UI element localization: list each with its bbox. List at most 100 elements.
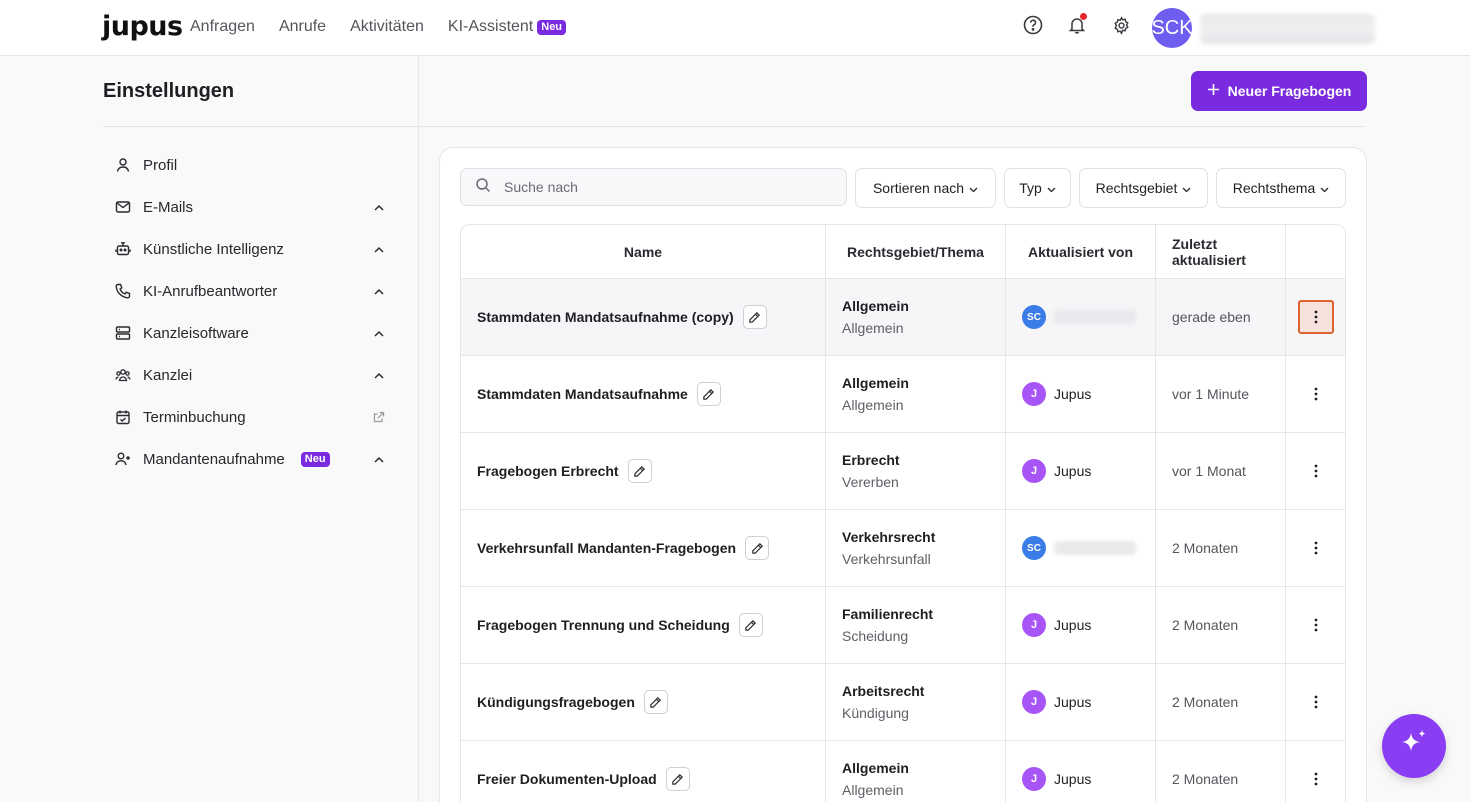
chevron-up-icon[interactable] [372,452,386,466]
sidebar-item-emails[interactable]: E-Mails [103,186,398,228]
avatar: J [1022,767,1046,791]
sidebar-item-profil[interactable]: Profil [103,144,398,186]
table-row[interactable]: Stammdaten Mandatsaufnahme (copy) Allgeme… [461,279,1345,356]
cell-name: Verkehrsunfall Mandanten-Fragebogen [461,510,826,586]
questionnaire-name[interactable]: Fragebogen Trennung und Scheidung [477,617,730,633]
sidebar-item-kanzleisoftware[interactable]: Kanzleisoftware [103,312,398,354]
new-questionnaire-button[interactable]: Neuer Fragebogen [1191,71,1367,111]
more-options-icon[interactable] [1298,608,1334,642]
legal-topic: Allgemein [842,782,904,798]
legal-area: Arbeitsrecht [842,683,925,699]
legal-topic: Kündigung [842,705,909,721]
column-header-last-updated[interactable]: Zuletzt aktualisiert [1156,225,1286,278]
cell-actions [1286,356,1345,432]
search-icon [475,177,491,198]
questionnaire-name[interactable]: Stammdaten Mandatsaufnahme [477,386,688,402]
divider [103,126,419,127]
chevron-up-icon[interactable] [372,326,386,340]
user-icon [103,157,143,173]
more-options-icon[interactable] [1298,531,1334,565]
legal-area-dropdown-label: Rechtsgebiet [1095,180,1178,196]
legal-area-dropdown[interactable]: Rechtsgebiet [1079,168,1208,208]
legal-area: Allgemein [842,298,909,314]
sidebar-item-label: Profil [143,156,178,174]
nav-link-ki-assistent[interactable]: KI-Assistent Neu [448,18,567,36]
brand-logo[interactable]: jupus [102,11,183,42]
edit-icon[interactable] [643,690,668,714]
more-options-icon[interactable] [1298,377,1334,411]
table-row[interactable]: Stammdaten Mandatsaufnahme Allgemein Allge… [461,356,1345,433]
sidebar-item-ki-anrufbeantworter[interactable]: KI-Anrufbeantworter [103,270,398,312]
sidebar-item-terminbuchung[interactable]: Terminbuchung [103,396,398,438]
external-link-icon[interactable] [372,410,386,424]
table-row[interactable]: Fragebogen Trennung und Scheidung Familie… [461,587,1345,664]
user-avatar[interactable]: SCK [1151,8,1193,48]
nav-link-anrufe[interactable]: Anrufe [279,18,326,36]
search-box[interactable] [460,168,847,206]
questionnaire-name[interactable]: Kündigungsfragebogen [477,694,635,710]
top-icons [1022,13,1132,36]
cell-actions [1286,587,1345,663]
questionnaire-table: Name Rechtsgebiet/Thema Aktualisiert von… [460,224,1346,802]
column-header-name[interactable]: Name [461,225,826,278]
edit-icon[interactable] [738,613,763,637]
cell-name: Fragebogen Trennung und Scheidung [461,587,826,663]
table-row[interactable]: Freier Dokumenten-Upload Allgemein Allgeme… [461,741,1345,802]
cell-actions [1286,664,1345,740]
legal-area: Allgemein [842,375,909,391]
edit-icon[interactable] [745,536,770,560]
table-row[interactable]: Fragebogen Erbrecht Erbrecht Vererben J Jupu… [461,433,1345,510]
column-header-area[interactable]: Rechtsgebiet/Thema [826,225,1006,278]
nav-link-anfragen[interactable]: Anfragen [190,18,255,36]
help-icon[interactable] [1022,14,1044,36]
user-plus-icon [103,451,143,467]
legal-topic-dropdown[interactable]: Rechtsthema [1216,168,1346,208]
legal-topic: Allgemein [842,320,904,336]
more-options-icon[interactable] [1298,762,1334,796]
questionnaire-name[interactable]: Fragebogen Erbrecht [477,463,619,479]
cell-last-updated: vor 1 Minute [1156,356,1286,432]
avatar: J [1022,613,1046,637]
cell-name: Freier Dokumenten-Upload [461,741,826,802]
more-options-icon[interactable] [1297,300,1334,334]
type-dropdown[interactable]: Typ [1004,168,1071,208]
edit-icon[interactable] [742,305,767,329]
edit-icon[interactable] [696,382,721,406]
questionnaire-name[interactable]: Verkehrsunfall Mandanten-Fragebogen [477,540,736,556]
table-row[interactable]: Kündigungsfragebogen Arbeitsrecht Kündigun… [461,664,1345,741]
ai-assistant-button[interactable] [1382,714,1446,778]
updated-by-name: Jupus [1054,771,1092,787]
bell-icon[interactable] [1066,13,1088,36]
sidebar-item-kanzlei[interactable]: Kanzlei [103,354,398,396]
sidebar-item-mandantenaufnahme[interactable]: Mandantenaufnahme Neu [103,438,398,480]
sidebar-item-label: Kanzleisoftware [143,324,249,342]
column-header-updated-by[interactable]: Aktualisiert von [1006,225,1156,278]
chevron-up-icon[interactable] [372,368,386,382]
cell-actions [1286,510,1345,586]
sort-dropdown[interactable]: Sortieren nach [855,168,996,208]
avatar: SC [1022,305,1046,329]
sidebar-item-kuenstliche-intelligenz[interactable]: Künstliche Intelligenz [103,228,398,270]
more-options-icon[interactable] [1298,685,1334,719]
updated-by-name: Jupus [1054,617,1092,633]
chevron-up-icon[interactable] [372,284,386,298]
chevron-up-icon[interactable] [372,242,386,256]
sidebar-menu: Profil E-Mails Künstliche Intelligenz KI… [103,144,398,480]
questionnaire-name[interactable]: Freier Dokumenten-Upload [477,771,657,787]
gear-icon[interactable] [1110,14,1132,36]
edit-icon[interactable] [665,767,690,791]
search-input[interactable] [504,179,804,195]
new-questionnaire-label: Neuer Fragebogen [1227,83,1352,99]
plus-icon [1207,83,1220,99]
questionnaire-name[interactable]: Stammdaten Mandatsaufnahme (copy) [477,309,734,325]
more-options-icon[interactable] [1298,454,1334,488]
cell-last-updated: 2 Monaten [1156,741,1286,802]
chevron-up-icon[interactable] [372,200,386,214]
new-badge: Neu [537,19,567,35]
edit-icon[interactable] [627,459,652,483]
table-row[interactable]: Verkehrsunfall Mandanten-Fragebogen Verke… [461,510,1345,587]
page-title: Einstellungen [103,80,235,102]
cell-area: Allgemein Allgemein [826,356,1006,432]
cell-name: Fragebogen Erbrecht [461,433,826,509]
nav-link-aktivitaeten[interactable]: Aktivitäten [350,18,424,36]
